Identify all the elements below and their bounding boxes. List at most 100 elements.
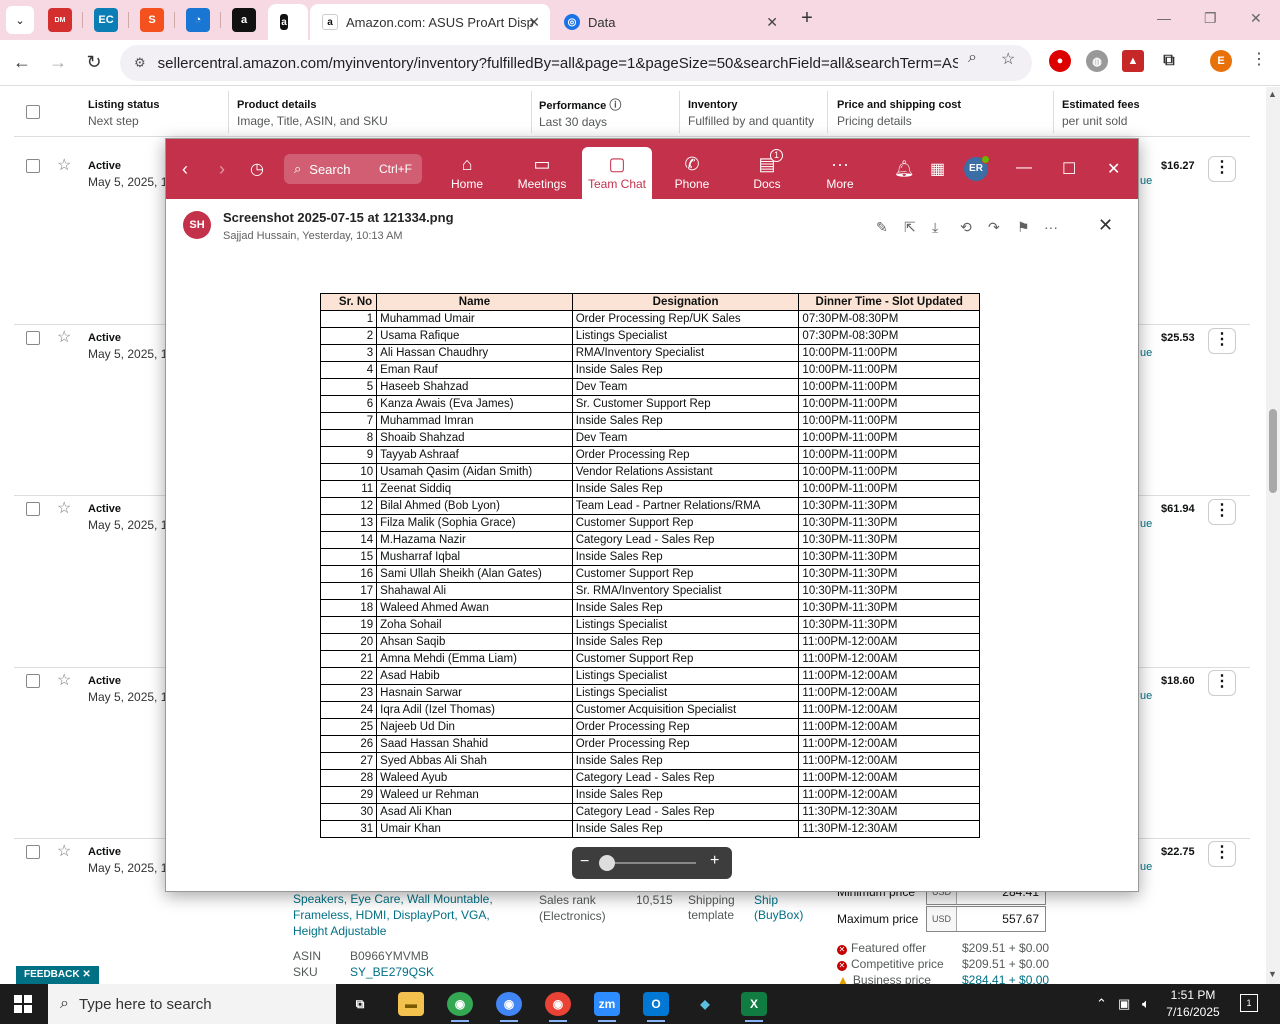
star-icon[interactable]: ☆	[57, 327, 71, 347]
download-icon[interactable]: ⤓	[932, 219, 938, 236]
nav-meetings[interactable]: ▭ Meetings	[507, 147, 577, 199]
nav-more[interactable]: ··· More	[805, 147, 875, 199]
tab-amazon[interactable]: a Amazon.com: ASUS ProArt Disp ✕	[310, 4, 550, 40]
column-header-listing-status[interactable]: Listing status Next step	[88, 97, 160, 130]
extensions-puzzle-icon[interactable]: ⧉	[1158, 50, 1180, 72]
close-viewer-icon[interactable]: ✕	[1098, 215, 1113, 236]
close-window-icon[interactable]: ✕	[1107, 159, 1120, 179]
restore-icon[interactable]: ❐	[1204, 10, 1217, 27]
browser-menu-icon[interactable]: ⋮	[1251, 49, 1267, 69]
windows-start-icon[interactable]	[14, 995, 32, 1013]
pinned-tab-amazon-1[interactable]: a	[232, 8, 256, 32]
zoom-slider-handle[interactable]	[599, 855, 615, 871]
pinned-tab-2[interactable]: EC	[94, 8, 118, 32]
info-icon[interactable]: ⓘ	[609, 98, 621, 112]
row-checkbox[interactable]	[26, 331, 40, 345]
new-tab-button[interactable]: +	[796, 8, 818, 30]
pinned-tab-amazon-2[interactable]: a	[268, 4, 308, 40]
open-external-icon[interactable]: ⇱	[904, 219, 916, 236]
scroll-up-arrow-icon[interactable]: ▲	[1268, 89, 1277, 99]
chrome-profile-2-icon[interactable]: ◉	[545, 992, 571, 1022]
back-button[interactable]: ←	[11, 52, 33, 73]
taskbar-search-box[interactable]: ⌕ Type here to search	[48, 984, 336, 1024]
zoom-app-icon[interactable]: zm	[594, 992, 620, 1022]
column-header-inventory[interactable]: Inventory Fulfilled by and quantity	[688, 97, 814, 130]
column-header-fees[interactable]: Estimated fees per unit sold	[1062, 97, 1140, 130]
scroll-down-arrow-icon[interactable]: ▼	[1268, 969, 1277, 979]
nav-team-chat[interactable]: ▢ Team Chat	[582, 147, 652, 199]
outlook-icon[interactable]: O	[643, 992, 669, 1022]
maximum-price-input[interactable]: USD 557.67	[926, 906, 1046, 932]
bookmark-icon[interactable]: ⚑	[1017, 219, 1030, 236]
pinned-tab-3[interactable]: S	[140, 8, 164, 32]
star-icon[interactable]: ☆	[57, 670, 71, 690]
zoom-out-icon[interactable]: −	[580, 853, 589, 871]
volume-icon[interactable]: 🔈︎	[1142, 996, 1150, 1012]
chrome-profile-icon[interactable]: ◉	[496, 992, 522, 1022]
scrollbar-thumb[interactable]	[1269, 409, 1277, 493]
extension-pdf-icon[interactable]: ▲	[1122, 50, 1144, 72]
site-info-icon[interactable]: ⚙	[134, 55, 146, 71]
select-all-checkbox[interactable]	[26, 105, 40, 119]
back-arrow-icon[interactable]: ‹	[182, 159, 188, 180]
row-actions-button[interactable]: ⋮	[1208, 328, 1236, 354]
extension-globe-icon[interactable]: ◍	[1086, 50, 1108, 72]
row-checkbox[interactable]	[26, 502, 40, 516]
row-checkbox[interactable]	[26, 159, 40, 173]
row-actions-button[interactable]: ⋮	[1208, 670, 1236, 696]
nav-phone[interactable]: ✆ Phone	[657, 147, 727, 199]
tab-data[interactable]: ◎ Data ✕	[552, 4, 788, 40]
history-icon[interactable]: ◷	[250, 159, 264, 179]
forward-icon[interactable]: ↷	[988, 219, 1000, 236]
network-icon[interactable]: ▣	[1118, 996, 1130, 1012]
task-view-icon[interactable]: ⧉	[347, 992, 373, 1016]
close-window-icon[interactable]: ✕	[1250, 10, 1262, 27]
forward-button[interactable]: →	[47, 52, 69, 73]
teams-search-box[interactable]: ⌕ Search Ctrl+F	[284, 154, 422, 184]
excel-icon[interactable]: X	[741, 992, 767, 1022]
extension-adblock-icon[interactable]: ●	[1049, 50, 1071, 72]
nav-docs[interactable]: ▤ Docs 1	[732, 147, 802, 199]
file-explorer-icon[interactable]: ▬	[398, 992, 424, 1016]
nav-home[interactable]: ⌂ Home	[432, 147, 502, 199]
column-header-price[interactable]: Price and shipping cost Pricing details	[837, 97, 961, 130]
pinned-tab-4[interactable]: ◔	[186, 8, 210, 32]
more-options-icon[interactable]: ···	[1044, 219, 1058, 235]
star-icon[interactable]: ☆	[57, 155, 71, 175]
row-checkbox[interactable]	[26, 674, 40, 688]
minimize-icon[interactable]: —	[1016, 159, 1032, 177]
zoom-in-icon[interactable]: +	[710, 852, 719, 870]
forward-arrow-icon[interactable]: ›	[219, 159, 225, 180]
bell-icon[interactable]: 🔔︎	[894, 159, 914, 179]
row-actions-button[interactable]: ⋮	[1208, 156, 1236, 182]
minimize-icon[interactable]: —	[1157, 10, 1171, 26]
chrome-icon[interactable]: ◉	[447, 992, 473, 1022]
reload-button[interactable]: ↻	[83, 52, 105, 73]
row-checkbox[interactable]	[26, 845, 40, 859]
notifications-icon[interactable]: 1	[1240, 994, 1258, 1012]
edit-pencil-icon[interactable]: ✎	[876, 219, 888, 236]
star-icon[interactable]: ☆	[57, 498, 71, 518]
pinned-tab-1[interactable]: DM	[48, 8, 72, 32]
show-hidden-icons[interactable]: ⌃	[1096, 996, 1107, 1012]
row-actions-button[interactable]: ⋮	[1208, 841, 1236, 867]
close-tab-icon[interactable]: ✕	[528, 14, 540, 31]
product-title-link[interactable]: Speakers, Eye Care, Wall Mountable, Fram…	[293, 891, 523, 939]
profile-avatar[interactable]: E	[1210, 50, 1232, 72]
feedback-button[interactable]: FEEDBACK ✕	[16, 966, 99, 984]
my-avatar[interactable]: ER	[964, 155, 990, 181]
tab-search-button[interactable]: ⌄	[6, 6, 34, 34]
search-icon[interactable]: ⌕	[968, 49, 977, 67]
column-header-product-details[interactable]: Product details Image, Title, ASIN, and S…	[237, 97, 388, 130]
calendar-icon[interactable]: ▦	[930, 159, 945, 179]
row-actions-button[interactable]: ⋮	[1208, 499, 1236, 525]
app-diamond-icon[interactable]: ◆	[692, 992, 718, 1016]
column-header-performance[interactable]: Performance ⓘ Last 30 days	[539, 97, 621, 131]
share-to-channel-icon[interactable]: ⟲	[960, 219, 972, 236]
maximize-icon[interactable]: ☐	[1062, 159, 1076, 179]
page-scrollbar[interactable]: ▲ ▼	[1266, 87, 1280, 984]
taskbar-clock[interactable]: 1:51 PM 7/16/2025	[1158, 987, 1228, 1021]
star-icon[interactable]: ☆	[57, 841, 71, 861]
zoom-slider-track[interactable]	[604, 862, 696, 864]
address-bar[interactable]: ⚙ sellercentral.amazon.com/myinventory/i…	[120, 45, 1032, 81]
